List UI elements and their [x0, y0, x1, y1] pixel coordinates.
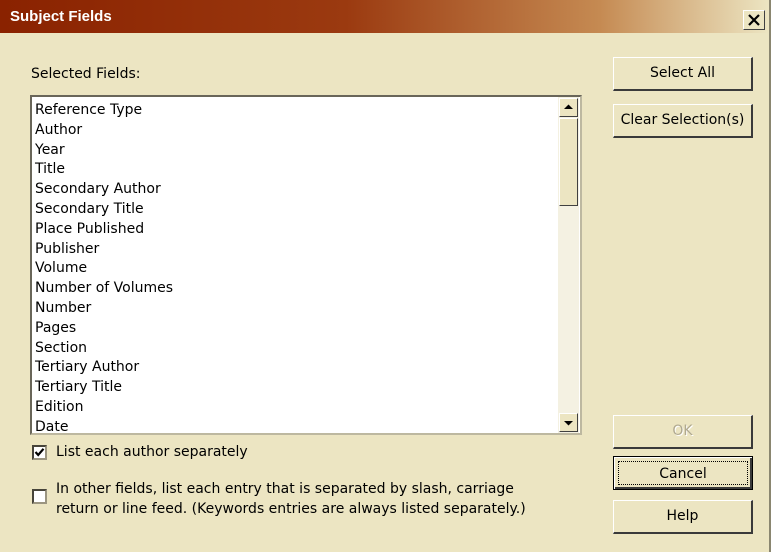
vertical-scrollbar[interactable]: [558, 97, 579, 433]
fields-list: Reference Type Author Year Title Secondary A…: [34, 101, 558, 433]
close-x-icon: [748, 14, 760, 26]
other-fields-checkbox[interactable]: [32, 489, 47, 504]
list-item[interactable]: Author: [34, 121, 558, 141]
list-item[interactable]: Place Published: [34, 220, 558, 240]
list-item[interactable]: Section: [34, 339, 558, 359]
help-button[interactable]: Help: [613, 500, 753, 534]
list-item[interactable]: Date: [34, 418, 558, 433]
list-item[interactable]: Pages: [34, 319, 558, 339]
list-item[interactable]: Secondary Title: [34, 200, 558, 220]
up-arrow-icon: [564, 104, 573, 109]
fields-listbox[interactable]: Reference Type Author Year Title Secondary A…: [30, 95, 582, 435]
list-author-checkbox[interactable]: [32, 445, 47, 460]
selected-fields-label: Selected Fields:: [31, 66, 141, 82]
other-fields-label-line2: return or line feed. (Keywords entries a…: [56, 501, 526, 517]
dialog-title: Subject Fields: [10, 8, 112, 25]
select-all-button[interactable]: Select All: [613, 57, 753, 91]
cancel-button[interactable]: Cancel: [613, 456, 753, 490]
scroll-thumb[interactable]: [559, 118, 578, 206]
list-item[interactable]: Edition: [34, 398, 558, 418]
list-item[interactable]: Reference Type: [34, 101, 558, 121]
close-button[interactable]: [743, 10, 765, 30]
down-arrow-icon: [564, 421, 573, 426]
list-item[interactable]: Tertiary Author: [34, 358, 558, 378]
list-author-label: List each author separately: [56, 444, 248, 460]
scroll-down-button[interactable]: [559, 413, 578, 432]
list-item[interactable]: Publisher: [34, 240, 558, 260]
list-item[interactable]: Number of Volumes: [34, 279, 558, 299]
subject-fields-dialog: Subject Fields Selected Fields: Referenc…: [0, 0, 771, 552]
other-fields-label-line1: In other fields, list each entry that is…: [56, 481, 514, 497]
list-item[interactable]: Secondary Author: [34, 180, 558, 200]
clear-selection-button[interactable]: Clear Selection(s): [613, 104, 753, 138]
list-item[interactable]: Title: [34, 160, 558, 180]
list-item[interactable]: Volume: [34, 259, 558, 279]
checkmark-icon: [34, 448, 45, 457]
other-fields-label: In other fields, list each entry that is…: [56, 479, 526, 519]
list-item[interactable]: Number: [34, 299, 558, 319]
ok-button[interactable]: OK: [613, 415, 753, 449]
list-item[interactable]: Year: [34, 141, 558, 161]
scroll-up-button[interactable]: [559, 98, 578, 117]
title-bar[interactable]: Subject Fields: [0, 0, 769, 33]
list-item[interactable]: Tertiary Title: [34, 378, 558, 398]
cancel-button-label: Cancel: [618, 461, 748, 485]
